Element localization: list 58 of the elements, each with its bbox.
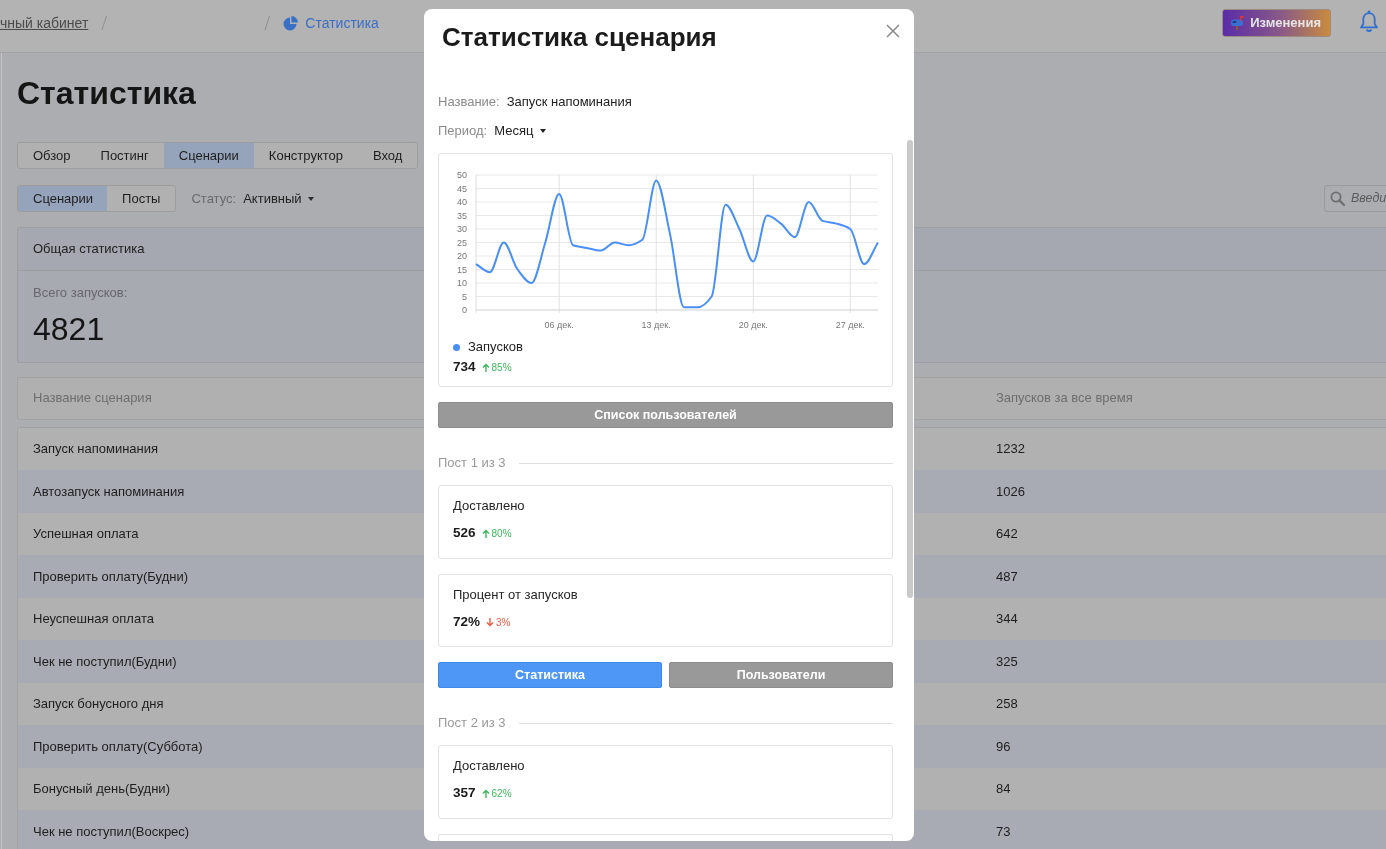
table-cell-text: Автозапуск напоминания: [33, 482, 185, 501]
post-title: Пост 2 из 3: [438, 714, 506, 733]
table-cell-text: Успешная оплата: [33, 525, 139, 543]
stat-label: Всего запусков:: [33, 284, 128, 302]
post-title: Пост 1 из 3: [438, 454, 506, 473]
field-label: Название:: [438, 93, 500, 111]
table-cell-text: Бонусный день(Будни): [33, 780, 170, 798]
y-axis-label: 40: [457, 197, 467, 208]
table-cell-text: Проверить оплату(Будни): [33, 567, 189, 586]
stat-value: 72%: [453, 612, 481, 631]
change-value: 3%: [496, 615, 511, 630]
page-title: Статистика: [17, 74, 196, 112]
stat-value: 4821: [33, 309, 105, 348]
breadcrumb-current: Статистика: [305, 13, 379, 33]
filter-label: Статус:: [191, 189, 237, 208]
x-axis-label: 06 дек.: [544, 320, 574, 330]
legend-label: Запусков: [468, 338, 523, 357]
stat-value: 357: [453, 784, 476, 803]
change-value: 80%: [491, 527, 512, 541]
table-cell-text: Чек не поступил(Будни): [33, 652, 177, 671]
table-cell-text: 258: [996, 695, 1018, 713]
stat-label: Доставлено: [453, 497, 525, 515]
column-header: Запусков за все время: [996, 389, 1133, 408]
stat-value: 526: [453, 524, 476, 543]
column-header: Название сценария: [33, 389, 152, 408]
table-cell-text: 642: [996, 525, 1018, 543]
change-value: 85%: [491, 360, 512, 375]
table-cell-text: Проверить оплату(Суббота): [33, 737, 203, 756]
table-cell-text: 1232: [996, 440, 1025, 458]
y-axis-label: 50: [457, 170, 467, 181]
total-value: 734: [453, 357, 476, 376]
table-cell-text: 1026: [996, 482, 1025, 501]
table-cell-text: 487: [996, 567, 1018, 586]
table-cell-text: Неуспешная оплата: [33, 610, 154, 628]
x-axis-label: 20 дек.: [738, 320, 768, 330]
table-cell-text: 325: [996, 652, 1018, 671]
field-label: Период:: [438, 122, 488, 140]
table-cell-text: 84: [996, 780, 1011, 798]
y-axis-label: 20: [457, 251, 467, 262]
table-cell-text: Запуск напоминания: [33, 440, 159, 458]
modal-title: Статистика сценария: [442, 22, 717, 53]
y-axis-label: 10: [457, 278, 467, 289]
table-cell-text: 96: [996, 737, 1011, 756]
table-cell-text: Запуск бонусного дня: [33, 695, 164, 713]
y-axis-label: 25: [457, 237, 467, 248]
table-cell-text: Чек не поступил(Воскрес): [33, 822, 190, 841]
table-cell-text: 73: [996, 822, 1011, 841]
x-axis-label: 27 дек.: [835, 320, 865, 330]
y-axis-label: 35: [457, 210, 467, 221]
table-cell-text: 344: [996, 610, 1018, 628]
y-axis-label: 0: [462, 305, 467, 316]
y-axis-label: 5: [462, 291, 467, 302]
change-value: 62%: [491, 787, 512, 801]
stat-label: Доставлено: [453, 757, 525, 775]
y-axis-label: 45: [457, 183, 467, 194]
stat-label: Процент от запусков: [453, 585, 578, 604]
x-axis-label: 13 дек.: [641, 320, 671, 330]
field-value: Запуск напоминания: [506, 93, 632, 111]
